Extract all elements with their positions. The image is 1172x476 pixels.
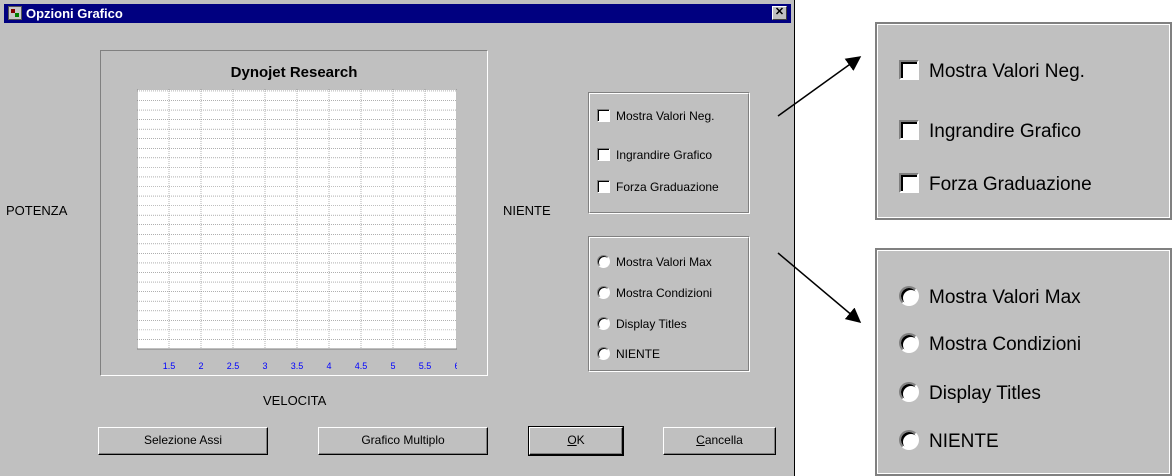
zoom-radio-label: NIENTE [929,431,999,452]
radio-circle[interactable] [597,347,610,361]
zoom-radio-circle[interactable] [899,429,919,450]
radio-label: Mostra Valori Max [616,255,712,269]
zoom-checkbox-group: Mostra Valori Neg. Ingrandire Grafico Fo… [875,22,1172,220]
checkbox-label: Mostra Valori Neg. [616,109,715,123]
zoom-checkbox-show-negative[interactable]: Mostra Valori Neg. [899,59,1085,83]
zoom-radio-show-conditions[interactable]: Mostra Condizioni [899,332,1082,356]
zoom-checkbox-box[interactable] [899,119,919,140]
zoom-checkbox-force-scale[interactable]: Forza Graduazione [899,172,1092,196]
arrow-to-checkbox-zoom [777,56,862,117]
radio-show-max[interactable]: Mostra Valori Max [597,255,712,269]
radio-label: Mostra Condizioni [616,286,713,300]
radio-circle[interactable] [597,317,610,331]
zoom-radio-label: Display Titles [929,383,1041,404]
radio-circle[interactable] [597,255,610,269]
radio-label: NIENTE [616,347,661,361]
zoom-checkbox-enlarge-chart[interactable]: Ingrandire Grafico [899,119,1082,143]
zoom-radio-circle[interactable] [899,332,919,353]
zoom-radio-circle[interactable] [899,381,919,402]
checkbox-box[interactable] [597,148,610,162]
zoom-checkbox-label: Mostra Valori Neg. [929,61,1085,82]
radio-none[interactable]: NIENTE [597,347,660,361]
zoom-radio-label: Mostra Condizioni [929,334,1082,355]
radio-show-conditions[interactable]: Mostra Condizioni [597,286,712,300]
radio-display-titles[interactable]: Display Titles [597,317,687,331]
zoom-radio-circle[interactable] [899,285,919,306]
zoom-radio-group: Mostra Valori Max Mostra Condizioni Disp… [875,248,1172,476]
zoom-radio-none[interactable]: NIENTE [899,429,999,453]
arrow-to-radio-zoom [777,252,862,323]
zoom-radio-show-max[interactable]: Mostra Valori Max [899,285,1081,309]
checkbox-box[interactable] [597,180,610,194]
checkbox-label: Forza Graduazione [616,180,719,194]
zoom-checkbox-label: Ingrandire Grafico [929,121,1082,142]
radio-label: Display Titles [616,317,687,331]
checkbox-force-scale[interactable]: Forza Graduazione [597,180,719,194]
checkbox-label: Ingrandire Grafico [616,148,713,162]
zoom-checkbox-box[interactable] [899,172,919,193]
checkbox-enlarge-chart[interactable]: Ingrandire Grafico [597,148,712,162]
zoom-checkbox-box[interactable] [899,59,919,80]
radio-circle[interactable] [597,286,610,300]
zoom-radio-display-titles[interactable]: Display Titles [899,381,1041,405]
zoom-checkbox-label: Forza Graduazione [929,174,1092,195]
zoom-radio-label: Mostra Valori Max [929,287,1081,308]
checkbox-show-negative[interactable]: Mostra Valori Neg. [597,109,714,123]
checkbox-box[interactable] [597,109,610,123]
